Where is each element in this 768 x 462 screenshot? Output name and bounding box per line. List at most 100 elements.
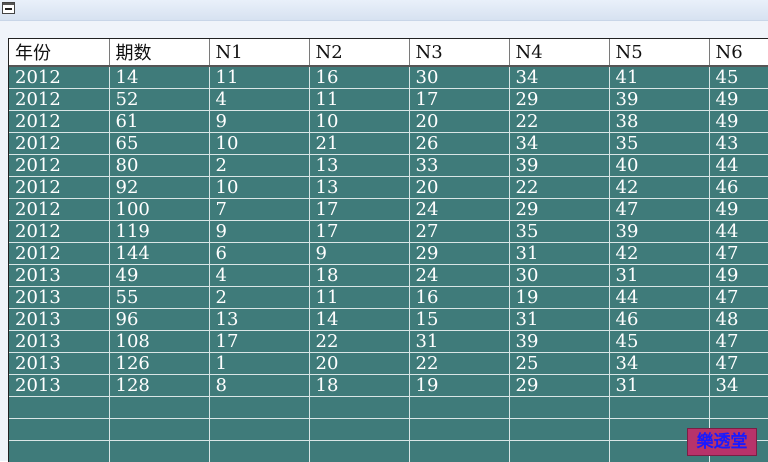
table-cell[interactable]: 49	[709, 111, 768, 133]
table-cell[interactable]: 30	[509, 265, 609, 287]
table-row[interactable]: 201312881819293134	[9, 375, 768, 397]
table-cell[interactable]: 34	[609, 353, 709, 375]
table-cell[interactable]: 19	[509, 287, 609, 309]
table-cell[interactable]: 49	[109, 265, 209, 287]
table-row[interactable]: 201210071724294749	[9, 199, 768, 221]
column-header-n4[interactable]: N4	[509, 39, 609, 66]
table-cell[interactable]: 47	[709, 331, 768, 353]
table-cell[interactable]: 7	[209, 199, 309, 221]
table-cell[interactable]: 55	[109, 287, 209, 309]
table-cell[interactable]: 9	[209, 111, 309, 133]
table-cell[interactable]: 4	[209, 265, 309, 287]
table-cell[interactable]: 44	[709, 155, 768, 177]
column-header-n6[interactable]: N6	[709, 39, 768, 66]
table-cell[interactable]: 29	[509, 89, 609, 111]
table-row[interactable]: 201211991727353944	[9, 221, 768, 243]
table-cell[interactable]: 126	[109, 353, 209, 375]
table-cell[interactable]: 2013	[9, 309, 109, 331]
table-cell[interactable]: 92	[109, 177, 209, 199]
table-cell[interactable]: 17	[309, 199, 409, 221]
table-cell[interactable]: 29	[509, 199, 609, 221]
column-header-year[interactable]: 年份	[9, 39, 109, 66]
table-cell[interactable]: 31	[609, 265, 709, 287]
table-cell[interactable]	[509, 397, 609, 419]
table-cell[interactable]: 38	[609, 111, 709, 133]
table-cell[interactable]: 48	[709, 309, 768, 331]
table-cell[interactable]: 14	[109, 66, 209, 89]
table-row[interactable]: 20125241117293949	[9, 89, 768, 111]
table-cell[interactable]: 34	[509, 133, 609, 155]
table-row[interactable]	[9, 397, 768, 419]
table-cell[interactable]: 24	[409, 265, 509, 287]
table-row[interactable]: 20135521116194447	[9, 287, 768, 309]
table-cell[interactable]: 10	[309, 111, 409, 133]
column-header-n5[interactable]: N5	[609, 39, 709, 66]
table-cell[interactable]	[609, 397, 709, 419]
table-cell[interactable]: 29	[509, 375, 609, 397]
table-cell[interactable]: 11	[309, 287, 409, 309]
table-cell[interactable]: 49	[709, 265, 768, 287]
table-cell[interactable]: 20	[409, 111, 509, 133]
table-row[interactable]: 201265102126343543	[9, 133, 768, 155]
table-row[interactable]: 201312612022253447	[9, 353, 768, 375]
table-cell[interactable]: 47	[709, 353, 768, 375]
table-cell[interactable]	[509, 441, 609, 462]
table-cell[interactable]	[209, 419, 309, 441]
table-cell[interactable]: 52	[109, 89, 209, 111]
table-cell[interactable]	[409, 441, 509, 462]
table-cell[interactable]	[9, 441, 109, 462]
table-cell[interactable]: 31	[509, 309, 609, 331]
table-cell[interactable]	[109, 397, 209, 419]
table-cell[interactable]: 14	[309, 309, 409, 331]
table-cell[interactable]: 21	[309, 133, 409, 155]
table-cell[interactable]: 41	[609, 66, 709, 89]
table-cell[interactable]: 27	[409, 221, 509, 243]
table-cell[interactable]: 31	[509, 243, 609, 265]
table-cell[interactable]: 49	[709, 199, 768, 221]
table-cell[interactable]	[9, 397, 109, 419]
table-cell[interactable]: 11	[309, 89, 409, 111]
table-cell[interactable]: 35	[509, 221, 609, 243]
table-cell[interactable]: 39	[509, 331, 609, 353]
table-cell[interactable]: 6	[209, 243, 309, 265]
table-cell[interactable]: 20	[409, 177, 509, 199]
table-cell[interactable]: 26	[409, 133, 509, 155]
column-header-n3[interactable]: N3	[409, 39, 509, 66]
table-cell[interactable]: 22	[509, 177, 609, 199]
table-cell[interactable]: 17	[309, 221, 409, 243]
table-cell[interactable]	[309, 441, 409, 462]
table-cell[interactable]: 16	[409, 287, 509, 309]
table-cell[interactable]: 13	[309, 177, 409, 199]
table-cell[interactable]: 39	[609, 221, 709, 243]
table-row[interactable]: 201214111630344145	[9, 66, 768, 89]
table-cell[interactable]: 35	[609, 133, 709, 155]
table-cell[interactable]: 16	[309, 66, 409, 89]
table-cell[interactable]: 2012	[9, 66, 109, 89]
table-cell[interactable]	[9, 419, 109, 441]
table-cell[interactable]: 1	[209, 353, 309, 375]
table-row[interactable]: 201292101320224246	[9, 177, 768, 199]
table-cell[interactable]: 2012	[9, 243, 109, 265]
table-cell[interactable]: 44	[709, 221, 768, 243]
table-cell[interactable]: 22	[509, 111, 609, 133]
table-cell[interactable]: 10	[209, 177, 309, 199]
table-cell[interactable]: 65	[109, 133, 209, 155]
table-cell[interactable]: 2	[209, 155, 309, 177]
window-system-menu-icon[interactable]	[2, 2, 15, 14]
table-cell[interactable]: 17	[409, 89, 509, 111]
table-cell[interactable]: 9	[309, 243, 409, 265]
table-cell[interactable]: 119	[109, 221, 209, 243]
table-cell[interactable]: 80	[109, 155, 209, 177]
table-cell[interactable]	[409, 419, 509, 441]
table-cell[interactable]: 30	[409, 66, 509, 89]
table-cell[interactable]: 15	[409, 309, 509, 331]
table-cell[interactable]: 19	[409, 375, 509, 397]
column-header-n2[interactable]: N2	[309, 39, 409, 66]
table-row[interactable]: 20126191020223849	[9, 111, 768, 133]
table-cell[interactable]: 2013	[9, 353, 109, 375]
table-cell[interactable]: 2012	[9, 89, 109, 111]
data-grid[interactable]: 年份 期数 N1 N2 N3 N4 N5 N6 2012141116303441…	[8, 38, 768, 462]
table-cell[interactable]: 128	[109, 375, 209, 397]
table-cell[interactable]: 34	[709, 375, 768, 397]
table-cell[interactable]: 2013	[9, 375, 109, 397]
